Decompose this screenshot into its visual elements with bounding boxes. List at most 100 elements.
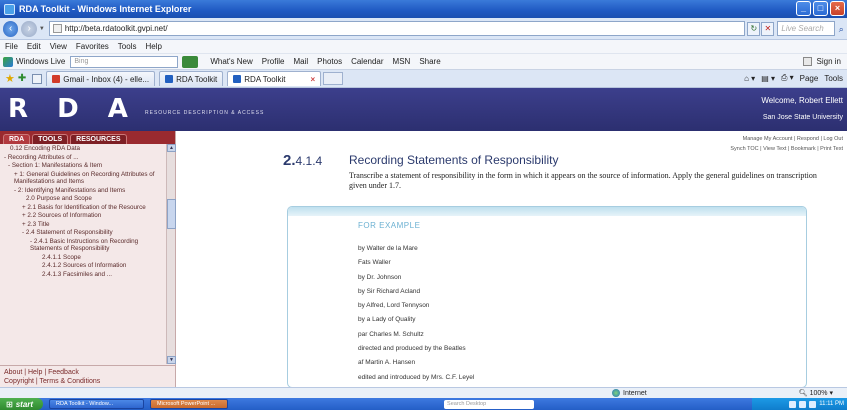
history-dropdown-icon[interactable]: ▼ — [39, 26, 45, 32]
link-share[interactable]: Share — [419, 57, 440, 66]
close-tab-icon[interactable]: × — [310, 75, 315, 84]
new-tab-button[interactable] — [323, 72, 344, 85]
link-calendar[interactable]: Calendar — [351, 57, 383, 66]
page-icon — [233, 75, 242, 83]
close-button[interactable]: × — [830, 1, 845, 16]
toc-item[interactable]: 0.12 Encoding RDA Data — [2, 145, 164, 153]
tab-label: RDA Toolkit — [176, 74, 218, 84]
bing-search-button[interactable] — [182, 55, 199, 68]
tab-rda-toolkit-2[interactable]: RDA Toolkit × — [227, 71, 322, 86]
scroll-down-icon[interactable]: ▼ — [167, 356, 176, 364]
toc-item[interactable]: - Section 1: Manifestations & Item — [2, 162, 164, 170]
example-item: par Charles M. Schultz — [358, 330, 424, 338]
welcome-message: Welcome, Robert Ellett — [761, 96, 843, 105]
add-favorites-icon[interactable]: ✚ — [18, 73, 26, 84]
toc-item[interactable]: + 2.3 Title — [2, 221, 164, 229]
toc-item[interactable]: + 2.2 Sources of Information — [2, 212, 164, 220]
print-icon[interactable]: ⎙ ▾ — [781, 73, 794, 83]
tab-rda-toolkit-1[interactable]: RDA Toolkit — [159, 71, 224, 86]
tab-gmail[interactable]: Gmail - Inbox (4) - elle... — [46, 71, 156, 86]
toc-item[interactable]: - 2.4.1 Basic Instructions on Recording … — [2, 238, 164, 253]
maximize-button[interactable]: □ — [813, 1, 828, 16]
text-tools-row[interactable]: Synch TOC | View Text | Bookmark | Print… — [730, 144, 843, 154]
taskbar-item-ie[interactable]: RDA Toolkit - Window... — [49, 399, 145, 409]
sign-in-link[interactable]: Sign in — [817, 57, 841, 66]
zoom-level[interactable]: 🔍︎ 100% ▾ — [799, 389, 833, 397]
link-mail[interactable]: Mail — [293, 57, 308, 66]
search-icon[interactable]: ⌕ — [835, 22, 847, 36]
forward-button[interactable]: › — [21, 20, 37, 37]
tab-tools[interactable]: TOOLS — [32, 134, 69, 144]
command-bar: ⌂ ▾ ▤ ▾ ⎙ ▾ Page Tools — [744, 73, 843, 83]
zoom-icon: 🔍︎ — [798, 390, 810, 397]
footer-links-2[interactable]: Copyright | Terms & Conditions — [4, 377, 172, 386]
example-header-band — [288, 207, 806, 216]
home-icon[interactable]: ⌂ ▾ — [744, 74, 755, 83]
toolbar-options-icon[interactable] — [802, 57, 812, 66]
toc-item[interactable]: + 1: General Guidelines on Recording Att… — [2, 171, 164, 186]
example-item: Fats Waller — [358, 259, 391, 267]
favorites-star-icon[interactable]: ★ — [5, 72, 15, 85]
tab-bar: ★ ✚ Gmail - Inbox (4) - elle... RDA Tool… — [0, 70, 847, 88]
scroll-thumb[interactable] — [167, 199, 176, 229]
window-title-bar: RDA Toolkit - Windows Internet Explorer … — [0, 0, 847, 18]
rda-header: R D A RESOURCE DESCRIPTION & ACCESS Welc… — [0, 88, 847, 131]
stop-icon[interactable]: ✕ — [761, 21, 775, 36]
clock: 11:11 PM — [819, 401, 844, 407]
toc-item[interactable]: - Recording Attributes of ... — [2, 154, 164, 162]
example-item: by Dr. Johnson — [358, 273, 402, 281]
link-profile[interactable]: Profile — [262, 57, 285, 66]
url-field[interactable]: http://beta.rdatoolkit.gvpi.net/ — [48, 21, 746, 36]
menu-help[interactable]: Help — [145, 42, 161, 51]
tab-rda[interactable]: RDA — [3, 134, 31, 144]
toc-item[interactable]: + 2.1 Basis for Identification of the Re… — [2, 204, 164, 212]
live-search-input[interactable]: Live Search — [777, 21, 836, 36]
page-icon — [52, 24, 62, 33]
desktop-search-input[interactable]: Search Desktop — [444, 399, 535, 409]
url-text: http://beta.rdatoolkit.gvpi.net/ — [64, 24, 168, 33]
example-item: directed and produced by the Beatles — [358, 345, 466, 353]
menu-file[interactable]: File — [5, 42, 18, 51]
back-button[interactable]: ‹ — [3, 20, 19, 37]
menu-view[interactable]: View — [50, 42, 67, 51]
address-bar: ‹ › ▼ http://beta.rdatoolkit.gvpi.net/ ↻… — [0, 18, 847, 40]
windows-live-label[interactable]: Windows Live — [16, 57, 65, 66]
toc-item[interactable]: 2.4.1.3 Facsimiles and ... — [2, 271, 164, 279]
quick-tabs-icon[interactable] — [32, 73, 43, 84]
link-whats-new[interactable]: What's New — [210, 57, 252, 66]
toc-item[interactable]: 2.4.1.2 Sources of Information — [2, 262, 164, 270]
link-photos[interactable]: Photos — [317, 57, 342, 66]
start-button[interactable]: ⊞ start — [0, 398, 44, 410]
footer-links-1[interactable]: About | Help | Feedback — [4, 368, 172, 377]
tab-label: RDA Toolkit — [244, 74, 286, 84]
menu-edit[interactable]: Edit — [27, 42, 41, 51]
taskbar-item-powerpoint[interactable]: Microsoft PowerPoint ... — [150, 399, 229, 409]
minimize-button[interactable]: _ — [796, 1, 811, 16]
link-msn[interactable]: MSN — [393, 57, 411, 66]
toc-item[interactable]: - 2: Identifying Manifestations and Item… — [2, 187, 164, 195]
institution-name: San Jose State University — [762, 114, 843, 121]
refresh-icon[interactable]: ↻ — [747, 21, 761, 36]
tray-icon[interactable] — [789, 400, 797, 408]
menu-tools[interactable]: Tools — [118, 42, 137, 51]
bing-search-input[interactable]: Bing — [70, 55, 179, 68]
example-label: FOR EXAMPLE — [358, 221, 421, 230]
tab-resources[interactable]: RESOURCES — [70, 134, 127, 144]
scroll-up-icon[interactable]: ▲ — [167, 144, 176, 152]
menu-favorites[interactable]: Favorites — [76, 42, 109, 51]
rda-logo[interactable]: R D A — [8, 94, 138, 124]
account-links-row[interactable]: Manage My Account | Respond | Log Out — [730, 134, 843, 144]
rule-title: Recording Statements of Responsibility — [349, 153, 559, 167]
example-box: FOR EXAMPLE by Walter de la Mare Fats Wal… — [287, 206, 807, 395]
left-navigation-panel: RDA TOOLS RESOURCES 0.12 Encoding RDA Da… — [0, 131, 176, 387]
page-menu[interactable]: Page — [800, 74, 819, 83]
feeds-icon[interactable]: ▤ ▾ — [761, 74, 775, 83]
toc-item[interactable]: - 2.4 Statement of Responsibility — [2, 229, 164, 237]
tray-icon[interactable] — [799, 400, 807, 408]
tools-menu[interactable]: Tools — [824, 74, 843, 83]
toc-scrollbar[interactable]: ▲ ▼ — [166, 144, 176, 364]
rule-number: 2.4.1.4 — [283, 152, 322, 169]
toc-item[interactable]: 2.4.1.1 Scope — [2, 254, 164, 262]
toc-item[interactable]: 2.0 Purpose and Scope — [2, 195, 164, 203]
tray-icon[interactable] — [809, 400, 817, 408]
